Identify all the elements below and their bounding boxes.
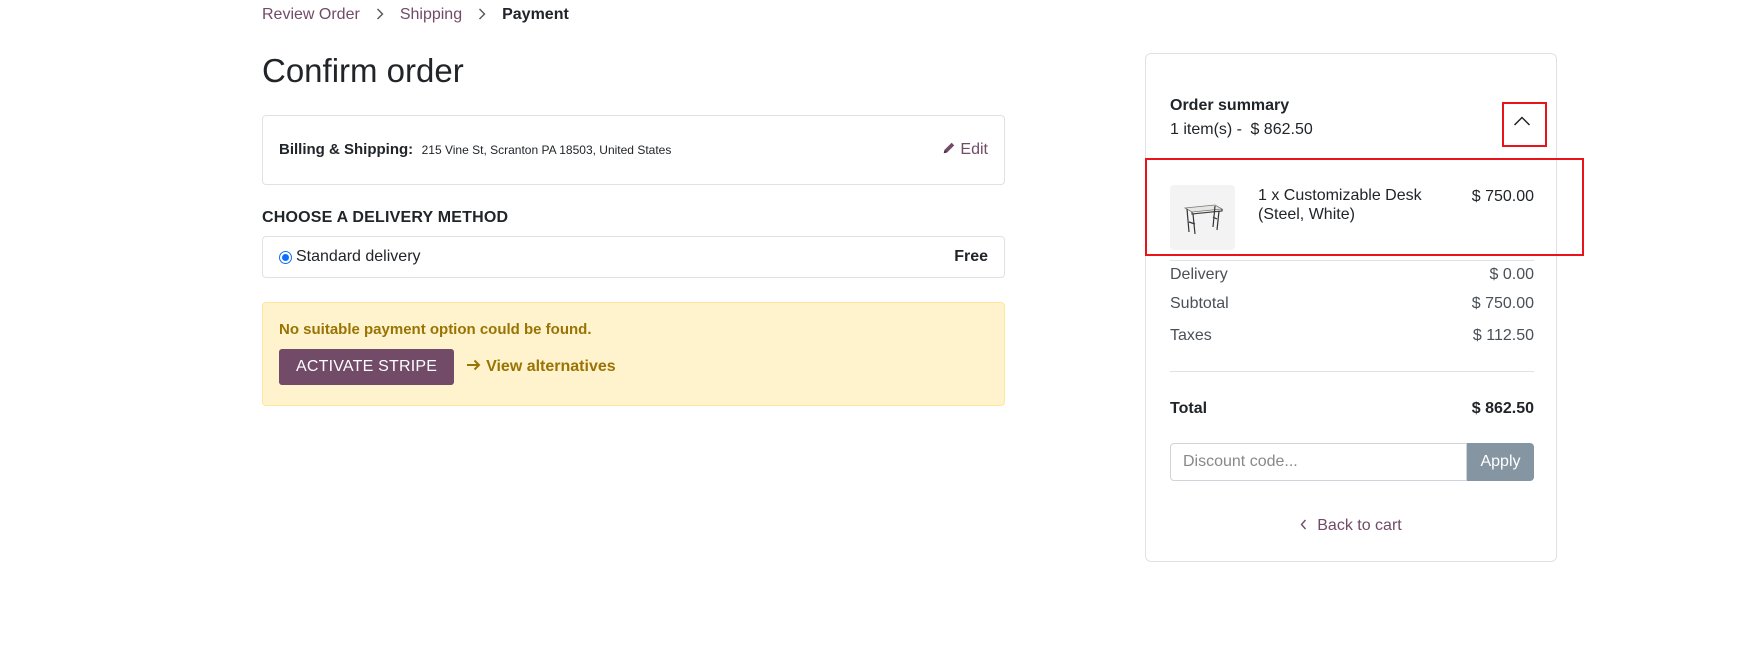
items-total: $ 862.50 (1250, 121, 1313, 138)
view-alternatives-label: View alternatives (486, 358, 616, 375)
checkout-page: Review Order Shipping Payment Confirm or… (0, 0, 1738, 666)
delivery-method-label: Standard delivery (296, 248, 421, 265)
chevron-right-icon (376, 7, 384, 24)
delivery-option-left: Standard delivery (279, 248, 421, 266)
taxes-value: $ 112.50 (1472, 327, 1534, 344)
divider (1170, 260, 1534, 261)
delivery-line-value: $ 0.00 (1489, 266, 1534, 283)
order-summary-count: 1 item(s) - $ 862.50 (1170, 121, 1313, 139)
breadcrumb-payment: Payment (502, 6, 569, 23)
view-alternatives-link[interactable]: View alternatives (466, 358, 616, 376)
activate-stripe-button[interactable]: ACTIVATE STRIPE (279, 349, 455, 385)
apply-discount-button[interactable]: Apply (1467, 443, 1534, 481)
delivery-method-price: Free (954, 248, 988, 265)
edit-address-link[interactable]: Edit (942, 141, 988, 160)
total-value: $ 862.50 (1471, 400, 1534, 417)
order-summary-title: Order summary (1170, 97, 1290, 114)
delivery-line-label: Delivery (1170, 266, 1228, 283)
order-summary-panel: Order summary 1 item(s) - $ 862.50 1 x C… (1145, 53, 1557, 562)
page-title: Confirm order (262, 52, 464, 89)
subtotal-value: $ 750.00 (1471, 295, 1534, 312)
payment-warning: No suitable payment option could be foun… (262, 302, 1005, 406)
pencil-icon (942, 141, 956, 160)
highlight-box-collapse-button (1502, 102, 1547, 147)
back-to-cart-label: Back to cart (1317, 517, 1402, 534)
breadcrumb: Review Order Shipping Payment (262, 6, 569, 24)
discount-form: Apply (1170, 443, 1534, 481)
breadcrumb-shipping[interactable]: Shipping (400, 6, 462, 24)
delivery-radio[interactable] (279, 250, 292, 264)
payment-warning-message: No suitable payment option could be foun… (279, 321, 592, 338)
breadcrumb-review-order[interactable]: Review Order (262, 6, 360, 24)
chevron-right-icon (478, 7, 486, 24)
delivery-heading: CHOOSE A DELIVERY METHOD (262, 209, 509, 226)
billing-shipping-card: Billing & Shipping: 215 Vine St, Scranto… (262, 115, 1005, 185)
taxes-label: Taxes (1170, 327, 1212, 344)
delivery-line: Delivery $ 0.00 (1170, 266, 1534, 284)
back-to-cart-link[interactable]: Back to cart (1146, 517, 1556, 535)
discount-code-input[interactable] (1170, 443, 1467, 481)
radio-selected-dot (282, 253, 289, 261)
payment-warning-actions: ACTIVATE STRIPE View alternatives (279, 349, 988, 385)
delivery-option-standard[interactable]: Standard delivery Free (262, 236, 1005, 278)
edit-label: Edit (960, 141, 988, 158)
arrow-right-icon (466, 358, 482, 376)
taxes-line: Taxes $ 112.50 (1170, 327, 1534, 345)
subtotal-line: Subtotal $ 750.00 (1170, 295, 1534, 313)
divider (1170, 371, 1534, 372)
total-label: Total (1170, 400, 1208, 417)
subtotal-label: Subtotal (1170, 295, 1229, 312)
chevron-left-icon (1300, 517, 1307, 535)
total-line: Total $ 862.50 (1170, 400, 1534, 418)
items-count: 1 item(s) - (1170, 121, 1242, 138)
highlight-box-cart-item (1145, 158, 1584, 256)
billing-label: Billing & Shipping: (279, 141, 414, 158)
billing-address: 215 Vine St, Scranton PA 18503, United S… (421, 143, 672, 157)
billing-info: Billing & Shipping: 215 Vine St, Scranto… (279, 141, 671, 159)
